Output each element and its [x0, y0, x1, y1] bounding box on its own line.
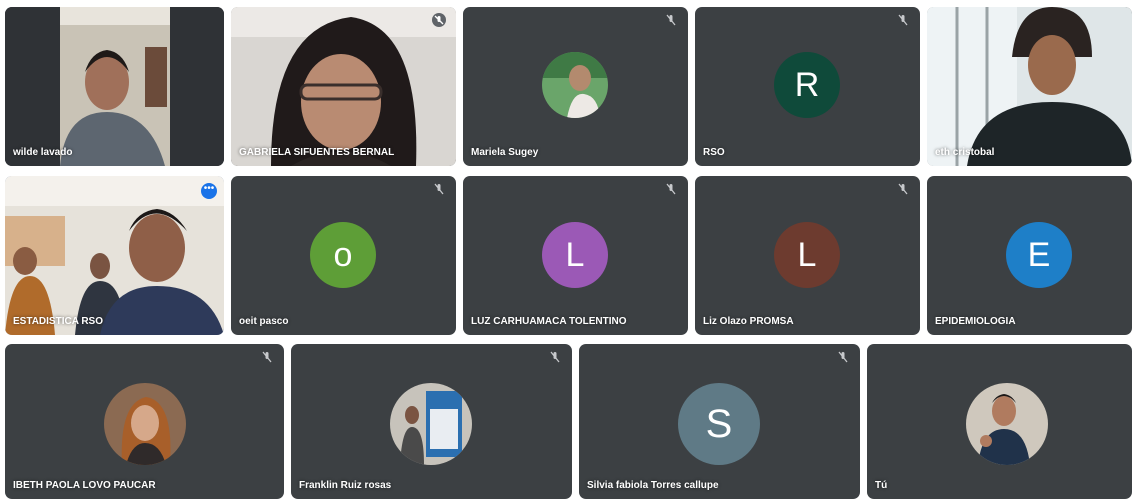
- avatar: [390, 383, 472, 465]
- mic-off-icon: [260, 350, 274, 364]
- avatar: [966, 383, 1048, 465]
- participant-name: oeit pasco: [239, 316, 289, 327]
- participant-name: EPIDEMIOLOGIA: [935, 316, 1016, 327]
- mic-off-icon: [548, 350, 562, 364]
- participant-tile-epidemiologia[interactable]: E EPIDEMIOLOGIA: [927, 176, 1132, 335]
- participant-name: LUZ CARHUAMACA TOLENTINO: [471, 316, 627, 327]
- participant-name: GABRIELA SIFUENTES BERNAL: [239, 147, 395, 158]
- participant-video: [231, 7, 456, 166]
- participant-name: Liz Olazo PROMSA: [703, 316, 794, 327]
- participant-tile-wilde-lavado[interactable]: wilde lavado: [5, 7, 224, 166]
- avatar: L: [542, 222, 608, 288]
- participant-tile-luz[interactable]: L LUZ CARHUAMACA TOLENTINO: [463, 176, 688, 335]
- participant-video: [5, 176, 224, 335]
- more-options-icon[interactable]: •••: [201, 183, 217, 199]
- avatar: o: [310, 222, 376, 288]
- participant-tile-mariela[interactable]: Mariela Sugey: [463, 7, 688, 166]
- participant-tile-rso[interactable]: R RSO: [695, 7, 920, 166]
- participant-tile-gabriela[interactable]: GABRIELA SIFUENTES BERNAL: [231, 7, 456, 166]
- participant-name: ESTADISTICA RSO: [13, 316, 104, 327]
- participant-name: Silvia fabiola Torres callupe: [587, 480, 719, 491]
- mic-off-icon: [664, 182, 678, 196]
- mic-off-icon: [896, 13, 910, 27]
- participant-tile-silvia[interactable]: S Silvia fabiola Torres callupe: [579, 344, 860, 499]
- participant-tile-self[interactable]: Tú: [867, 344, 1132, 499]
- avatar: S: [678, 383, 760, 465]
- mic-off-icon: [836, 350, 850, 364]
- participant-tile-liz[interactable]: L Liz Olazo PROMSA: [695, 176, 920, 335]
- avatar: L: [774, 222, 840, 288]
- mic-off-icon: [896, 182, 910, 196]
- participant-name: RSO: [703, 147, 725, 158]
- participant-name: wilde lavado: [13, 147, 73, 158]
- participant-tile-estadistica[interactable]: ••• ESTADISTICA RSO: [5, 176, 224, 335]
- participant-name: Mariela Sugey: [471, 147, 539, 158]
- avatar: R: [774, 52, 840, 118]
- mic-off-icon: [432, 182, 446, 196]
- avatar: [542, 52, 608, 118]
- avatar: [104, 383, 186, 465]
- avatar: E: [1006, 222, 1072, 288]
- mic-off-icon: [432, 13, 446, 27]
- participant-name: IBETH PAOLA LOVO PAUCAR: [13, 480, 156, 491]
- participant-name: eth cristobal: [935, 147, 995, 158]
- participant-tile-ibeth[interactable]: IBETH PAOLA LOVO PAUCAR: [5, 344, 284, 499]
- participant-tile-cristobal[interactable]: eth cristobal: [927, 7, 1132, 166]
- participant-video: [927, 7, 1132, 166]
- participant-video: [5, 7, 224, 166]
- mic-off-icon: [664, 13, 678, 27]
- participant-name: Franklin Ruiz rosas: [299, 480, 392, 491]
- participant-tile-franklin[interactable]: Franklin Ruiz rosas: [291, 344, 572, 499]
- participant-name: Tú: [875, 480, 888, 491]
- participant-tile-oeit-pasco[interactable]: o oeit pasco: [231, 176, 456, 335]
